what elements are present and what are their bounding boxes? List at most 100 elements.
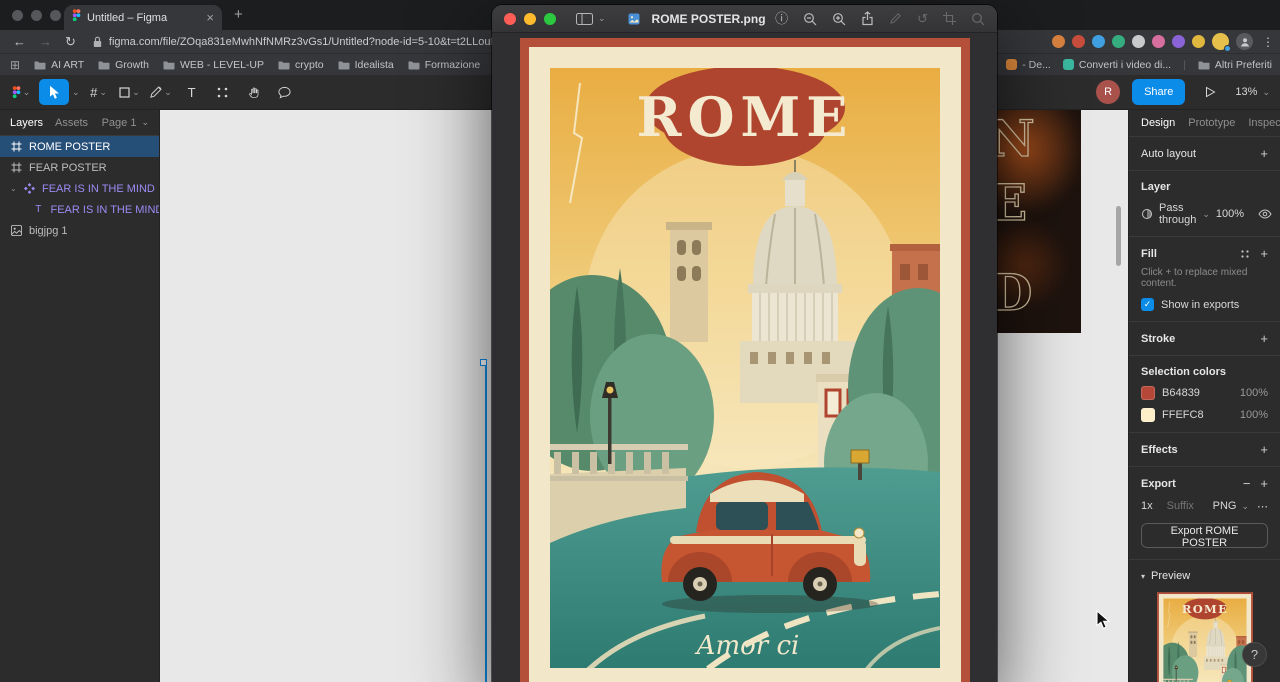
layer-row-fear-poster[interactable]: FEAR POSTER bbox=[0, 157, 159, 178]
window-close-button[interactable] bbox=[12, 10, 23, 21]
bookmark-item[interactable]: Formazione bbox=[408, 59, 480, 71]
window-minimize-button[interactable] bbox=[31, 10, 42, 21]
bookmark-item[interactable]: WEB - LEVEL-UP bbox=[163, 59, 264, 71]
remove-export-button[interactable]: − bbox=[1243, 477, 1251, 490]
share-button[interactable]: Share bbox=[1132, 79, 1186, 105]
extension-icon[interactable] bbox=[1072, 35, 1085, 48]
extension-icon[interactable] bbox=[1092, 35, 1105, 48]
color-swatch[interactable] bbox=[1141, 386, 1155, 400]
extension-icon[interactable] bbox=[1152, 35, 1165, 48]
export-suffix-input[interactable] bbox=[1164, 499, 1209, 513]
blend-mode-select[interactable]: Pass through ⌄ bbox=[1159, 202, 1210, 226]
expand-chevron-icon[interactable]: ⌄ bbox=[10, 184, 17, 193]
comment-icon bbox=[278, 86, 291, 98]
tab-design[interactable]: Design bbox=[1141, 117, 1175, 129]
show-in-exports-row[interactable]: ✓ Show in exports bbox=[1141, 298, 1268, 311]
opacity-value[interactable]: 100% bbox=[1216, 208, 1244, 220]
lock-icon[interactable] bbox=[93, 36, 102, 48]
export-more-icon[interactable]: ⋯ bbox=[1257, 500, 1268, 513]
bookmark-item[interactable]: AI ART bbox=[34, 59, 84, 71]
bookmark-item[interactable]: Idealista bbox=[338, 59, 394, 71]
toolbar-right: R Share 13% ⌄ bbox=[1096, 79, 1270, 105]
tab-close-icon[interactable]: × bbox=[206, 11, 214, 24]
export-format-select[interactable]: PNG ⌄ bbox=[1213, 500, 1249, 512]
user-avatar[interactable]: R bbox=[1096, 80, 1121, 104]
text-tool-button[interactable]: T bbox=[179, 79, 205, 105]
zoom-button[interactable] bbox=[544, 12, 556, 25]
present-button[interactable] bbox=[1197, 79, 1223, 105]
fear-poster-canvas-image[interactable]: N E D bbox=[997, 110, 1081, 333]
preview-toggle[interactable]: ▾ Preview bbox=[1141, 570, 1268, 582]
apps-icon[interactable]: ⊞ bbox=[10, 58, 20, 72]
close-button[interactable] bbox=[504, 12, 516, 25]
pen-tool-button[interactable]: ⌄ bbox=[148, 79, 174, 105]
tab-assets[interactable]: Assets bbox=[55, 117, 88, 129]
resources-button[interactable] bbox=[210, 79, 236, 105]
bookmark-item[interactable]: Converti i video di... bbox=[1062, 59, 1171, 71]
shape-tool-button[interactable]: ⌄ bbox=[117, 79, 143, 105]
tab-prototype[interactable]: Prototype bbox=[1188, 117, 1235, 129]
add-fill-button[interactable]: + bbox=[1260, 247, 1268, 260]
chevron-down-icon[interactable]: ⌄ bbox=[72, 87, 80, 98]
main-menu-button[interactable]: ⌄ bbox=[8, 79, 34, 105]
zoom-out-icon[interactable] bbox=[803, 12, 817, 26]
forward-button[interactable]: → bbox=[39, 35, 52, 48]
add-auto-layout-button[interactable]: + bbox=[1260, 147, 1268, 160]
reload-button[interactable]: ↻ bbox=[65, 35, 76, 48]
layer-row-text[interactable]: T FEAR IS IN THE MIND bbox=[0, 199, 159, 220]
preview-window[interactable]: ⌄ ROME POSTER.png ⓘ ↺ bbox=[492, 5, 997, 682]
add-export-button[interactable]: + bbox=[1260, 477, 1268, 490]
layer-row-rome-poster[interactable]: ROME POSTER bbox=[0, 136, 159, 157]
bookmark-item[interactable]: crypto bbox=[278, 59, 324, 71]
extension-icon[interactable] bbox=[1112, 35, 1125, 48]
url-bar[interactable]: figma.com/file/ZOqa831eMwhNfNMRz3vGs1/Un… bbox=[109, 36, 501, 48]
sidebar-toggle-button[interactable]: ⌄ bbox=[576, 12, 606, 25]
help-button[interactable]: ? bbox=[1242, 642, 1267, 667]
tab-layers[interactable]: Layers bbox=[10, 117, 43, 129]
back-button[interactable]: ← bbox=[13, 35, 26, 48]
minimize-button[interactable] bbox=[524, 12, 536, 25]
layer-row-image[interactable]: bigjpg 1 bbox=[0, 220, 159, 241]
browser-tab[interactable]: Untitled – Figma × bbox=[64, 5, 222, 30]
export-scale-select[interactable]: 1x bbox=[1141, 500, 1153, 512]
zoom-control[interactable]: 13% ⌄ bbox=[1235, 86, 1270, 98]
export-button[interactable]: Export ROME POSTER bbox=[1141, 523, 1268, 549]
bookmark-item[interactable]: - De... bbox=[1006, 59, 1051, 71]
page-selector[interactable]: Page 1 ⌄ bbox=[102, 117, 149, 129]
extension-icon[interactable] bbox=[1052, 35, 1065, 48]
browser-menu-icon[interactable]: ⋮ bbox=[1262, 35, 1274, 49]
selection-color-row[interactable]: FFEFC8 100% bbox=[1141, 408, 1268, 422]
bookmark-item[interactable]: Growth bbox=[98, 59, 149, 71]
selection-color-row[interactable]: B64839 100% bbox=[1141, 386, 1268, 400]
share-icon[interactable] bbox=[861, 11, 874, 26]
extension-icon[interactable] bbox=[1172, 35, 1185, 48]
move-tool-button[interactable] bbox=[39, 79, 69, 105]
styles-icon[interactable] bbox=[1240, 249, 1250, 259]
color-hex: FFEFC8 bbox=[1162, 409, 1204, 421]
zoom-in-icon[interactable] bbox=[832, 12, 846, 26]
info-icon[interactable]: ⓘ bbox=[775, 12, 788, 25]
tab-inspect[interactable]: Inspect bbox=[1248, 117, 1280, 129]
canvas-scrollbar[interactable] bbox=[1116, 206, 1121, 266]
other-bookmarks[interactable]: Altri Preferiti bbox=[1198, 59, 1272, 71]
visibility-eye-icon[interactable] bbox=[1258, 209, 1272, 219]
crop-icon[interactable] bbox=[943, 12, 956, 25]
browser-profile-icon[interactable] bbox=[1236, 33, 1253, 50]
markup-icon[interactable] bbox=[889, 12, 902, 25]
account-avatar[interactable] bbox=[1212, 33, 1231, 52]
frame-tool-button[interactable]: # ⌄ bbox=[86, 79, 112, 105]
extension-icon[interactable] bbox=[1132, 35, 1145, 48]
layer-row-component[interactable]: ⌄ FEAR IS IN THE MIND bbox=[0, 178, 159, 199]
search-icon[interactable] bbox=[971, 12, 985, 26]
extension-icon[interactable] bbox=[1192, 35, 1205, 48]
window-zoom-button[interactable] bbox=[50, 10, 61, 21]
add-stroke-button[interactable]: + bbox=[1260, 332, 1268, 345]
add-effect-button[interactable]: + bbox=[1260, 443, 1268, 456]
new-tab-button[interactable]: + bbox=[234, 6, 243, 23]
preview-titlebar[interactable]: ⌄ ROME POSTER.png ⓘ ↺ bbox=[492, 5, 997, 33]
rotate-icon[interactable]: ↺ bbox=[917, 12, 928, 25]
checkbox-checked[interactable]: ✓ bbox=[1141, 298, 1154, 311]
hand-tool-button[interactable] bbox=[241, 79, 267, 105]
comment-tool-button[interactable] bbox=[272, 79, 298, 105]
color-swatch[interactable] bbox=[1141, 408, 1155, 422]
